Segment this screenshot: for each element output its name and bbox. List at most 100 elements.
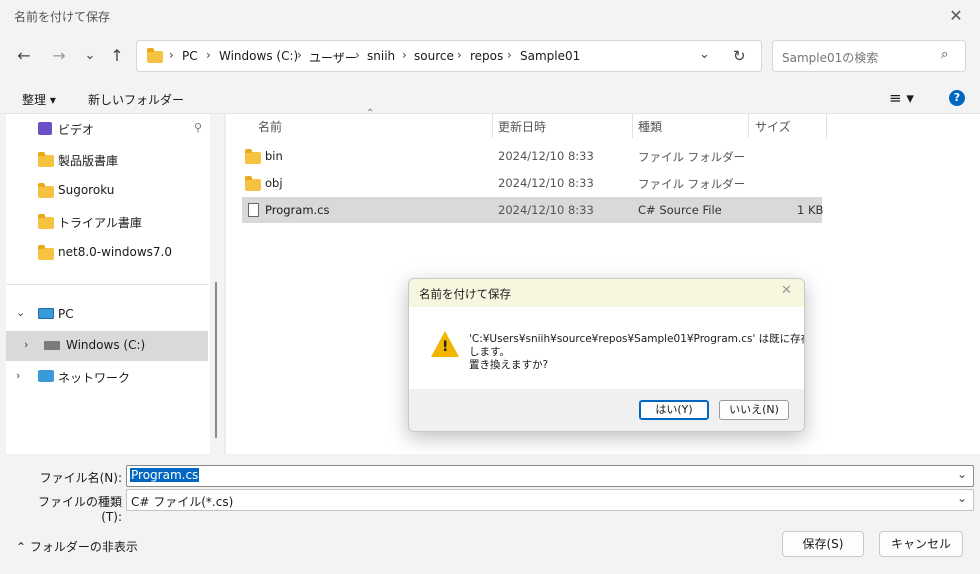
sidebar-item-video[interactable]: ビデオ ⚲ (6, 114, 208, 144)
sidebar-item-sugoroku[interactable]: Sugoroku (6, 176, 208, 206)
help-icon[interactable]: ? (949, 90, 965, 106)
breadcrumb-users[interactable]: ユーザー (309, 49, 357, 66)
sidebar-item-label: ビデオ (58, 123, 95, 137)
refresh-icon[interactable]: ↻ (733, 47, 746, 65)
sidebar-item-label: トライアル書庫 (58, 216, 142, 230)
dialog-title-bar: 名前を付けて保存 ✕ (409, 279, 804, 307)
folder-icon (38, 245, 54, 260)
filetype-select[interactable]: C# ファイル(*.cs) ⌄ (126, 489, 974, 511)
filetype-label: ファイルの種類(T): (37, 495, 122, 524)
expand-chevron-icon[interactable]: › (24, 338, 28, 351)
sidebar-divider (6, 284, 208, 285)
chevron-down-icon[interactable]: ⌄ (957, 491, 967, 505)
file-name: obj (265, 176, 283, 190)
sidebar-item-windows-c[interactable]: › Windows (C:) (6, 331, 208, 361)
column-header-size[interactable]: サイズ (755, 118, 791, 135)
view-options-icon[interactable]: ≡ ▾ (889, 89, 914, 107)
file-type: ファイル フォルダー (638, 150, 746, 164)
breadcrumb-source[interactable]: source (414, 49, 454, 63)
sidebar-scrollbar[interactable] (215, 282, 217, 438)
sidebar-item-pc[interactable]: ⌄ PC (6, 300, 208, 330)
pc-icon (38, 308, 54, 319)
window-title: 名前を付けて保存 (14, 10, 111, 24)
breadcrumb-repos[interactable]: repos (470, 49, 503, 63)
folder-icon (147, 48, 163, 63)
chevron-up-icon: ⌃ (16, 540, 30, 554)
save-button[interactable]: 保存(S) (782, 531, 864, 557)
column-header-type[interactable]: 種類 (638, 118, 662, 135)
sidebar-item-product-library[interactable]: 製品版書庫 (6, 145, 208, 175)
sidebar-item-net8[interactable]: net8.0-windows7.0 (6, 238, 208, 268)
sidebar-item-label: 製品版書庫 (58, 154, 119, 168)
file-size: 1 KB (797, 203, 824, 217)
file-date: 2024/12/10 8:33 (498, 203, 594, 217)
expand-chevron-icon[interactable]: › (16, 369, 20, 382)
bottom-panel: ファイル名(N): Program.cs ⌄ ファイルの種類(T): C# ファ… (0, 456, 980, 574)
pin-icon[interactable]: ⚲ (194, 121, 202, 134)
sidebar-item-label: Sugoroku (58, 183, 115, 197)
address-bar[interactable]: › PC › Windows (C:) › ユーザー › sniih › sou… (136, 40, 762, 72)
title-bar: 名前を付けて保存 ✕ (0, 0, 980, 32)
pane-divider[interactable] (224, 114, 225, 454)
filename-label: ファイル名(N): (39, 471, 122, 485)
filename-field[interactable]: Program.cs ⌄ (126, 465, 974, 487)
folder-icon (38, 183, 54, 198)
file-type: ファイル フォルダー (638, 177, 746, 191)
sidebar-item-label: ネットワーク (58, 371, 131, 385)
up-button[interactable]: ↑ (105, 44, 129, 68)
file-type: C# Source File (638, 203, 722, 217)
drive-icon (44, 341, 60, 350)
filename-input[interactable]: Program.cs (130, 468, 200, 482)
network-icon (38, 370, 54, 382)
sidebar-item-trial-library[interactable]: トライアル書庫 (6, 207, 208, 237)
toolbar: 整理 ▾ 新しいフォルダー ≡ ▾ ? (0, 84, 980, 114)
video-icon (38, 122, 52, 135)
file-name: Program.cs (265, 203, 330, 217)
hide-folders-label: フォルダーの非表示 (29, 540, 138, 554)
close-window-button[interactable]: ✕ (942, 4, 970, 28)
no-button[interactable]: いいえ(N) (719, 400, 789, 420)
dialog-title: 名前を付けて保存 (419, 287, 511, 301)
folder-icon (245, 176, 261, 191)
sidebar-item-label: PC (58, 307, 74, 321)
address-dropdown-icon[interactable]: ⌄ (699, 47, 710, 62)
search-input[interactable]: Sample01の検索 (782, 49, 878, 66)
file-row[interactable]: obj 2024/12/10 8:33 ファイル フォルダー (242, 170, 822, 196)
filetype-value: C# ファイル(*.cs) (131, 495, 234, 509)
file-name: bin (265, 149, 283, 163)
sidebar-item-label: net8.0-windows7.0 (58, 245, 172, 259)
recent-locations-button[interactable]: ⌄ (78, 44, 102, 68)
breadcrumb-sniih[interactable]: sniih (367, 49, 395, 63)
column-header-name[interactable]: 名前 (258, 118, 282, 135)
back-button[interactable]: ← (12, 44, 36, 68)
file-row-selected[interactable]: Program.cs 2024/12/10 8:33 C# Source Fil… (242, 197, 824, 223)
dialog-close-icon[interactable]: ✕ (781, 283, 792, 298)
breadcrumb-windows-c[interactable]: Windows (C:) (219, 49, 298, 63)
sort-arrow-icon: ⌃ (366, 108, 375, 119)
search-icon[interactable]: ⌕ (941, 47, 948, 62)
file-row[interactable]: bin 2024/12/10 8:33 ファイル フォルダー (242, 143, 822, 169)
file-date: 2024/12/10 8:33 (498, 176, 594, 190)
chevron-down-icon[interactable]: ⌄ (957, 467, 967, 481)
organize-button[interactable]: 整理 ▾ (22, 91, 56, 108)
sidebar-item-network[interactable]: › ネットワーク (6, 362, 208, 392)
document-icon (248, 203, 259, 217)
sidebar-item-label: Windows (C:) (66, 338, 146, 352)
dialog-message-line3: 置き換えますか? (469, 359, 549, 371)
collapse-chevron-icon[interactable]: ⌄ (16, 306, 25, 319)
yes-button[interactable]: はい(Y) (639, 400, 709, 420)
file-date: 2024/12/10 8:33 (498, 149, 594, 163)
column-header-date[interactable]: 更新日時 (498, 118, 546, 135)
forward-button[interactable]: → (47, 44, 71, 68)
dialog-footer: はい(Y) いいえ(N) (409, 389, 804, 431)
cancel-button[interactable]: キャンセル (879, 531, 963, 557)
confirm-overwrite-dialog: 名前を付けて保存 ✕ ! 'C:¥Users¥sniih¥source¥repo… (408, 278, 805, 432)
folder-icon (38, 152, 54, 167)
folder-icon (245, 149, 261, 164)
hide-folders-button[interactable]: ⌃ フォルダーの非表示 (16, 538, 138, 555)
new-folder-button[interactable]: 新しいフォルダー (88, 91, 184, 108)
breadcrumb-sample01[interactable]: Sample01 (520, 49, 580, 63)
breadcrumb-pc[interactable]: PC (182, 49, 198, 63)
folder-icon (38, 214, 54, 229)
search-box[interactable]: Sample01の検索 ⌕ (772, 40, 966, 72)
